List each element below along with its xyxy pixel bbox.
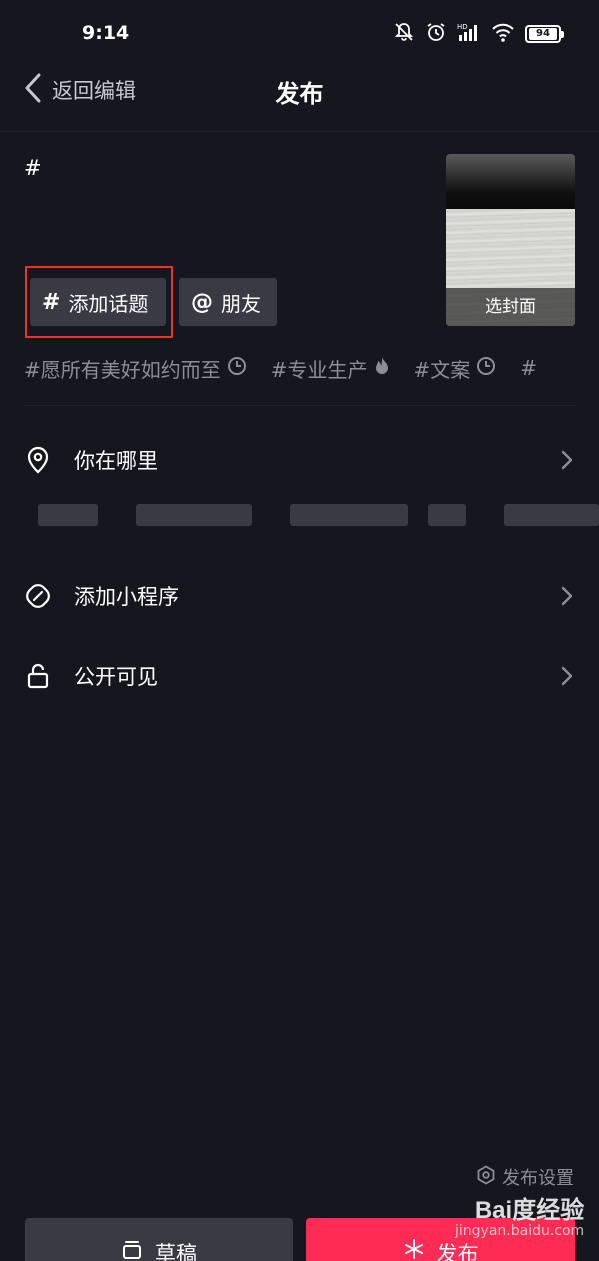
watermark-logo: Bai度经验 xyxy=(474,1197,585,1224)
section-divider xyxy=(24,405,575,406)
draft-button[interactable]: 草稿 xyxy=(25,1218,293,1261)
mention-friend-label: 朋友 xyxy=(221,291,261,316)
add-topic-button[interactable]: # 添加话题 xyxy=(30,278,166,326)
location-suggestion[interactable] xyxy=(504,504,599,526)
cover-label: 选封面 xyxy=(485,297,536,317)
at-icon: @ xyxy=(191,289,213,315)
hashtag-suggestion[interactable]: # xyxy=(520,356,537,380)
location-suggestion[interactable] xyxy=(136,504,252,526)
sparkle-icon xyxy=(403,1238,425,1261)
hashtag-suggestions: #愿所有美好如约而至 #专业生产 #文案 # xyxy=(24,350,537,386)
hashtag-icon: # xyxy=(42,289,61,315)
baidu-watermark: Bai度经验 jingyan.baidu.com xyxy=(455,1190,584,1239)
hashtag-suggestion[interactable]: #专业生产 xyxy=(271,354,390,383)
clock-icon xyxy=(476,356,496,381)
alarm-icon xyxy=(425,21,447,47)
status-icons: HD 94 xyxy=(393,21,564,47)
hashtag-suggestion[interactable]: #文案 xyxy=(414,354,497,383)
select-cover-button[interactable]: 选封面 xyxy=(446,154,575,326)
chevron-left-icon xyxy=(24,73,42,107)
back-label: 返回编辑 xyxy=(52,79,136,103)
draft-label: 草稿 xyxy=(155,1242,197,1261)
chevron-right-icon xyxy=(559,664,575,688)
hashtag-label: #愿所有美好如约而至 xyxy=(24,357,221,382)
location-pin-icon xyxy=(24,446,52,474)
mention-friend-button[interactable]: @ 朋友 xyxy=(179,278,277,326)
visibility-label: 公开可见 xyxy=(74,665,158,689)
location-suggestion[interactable] xyxy=(290,504,408,526)
location-suggestion[interactable] xyxy=(428,504,466,526)
chevron-right-icon xyxy=(559,448,575,472)
visibility-row[interactable]: 公开可见 xyxy=(24,654,575,698)
settings-hex-icon xyxy=(476,1165,496,1189)
back-button[interactable]: 返回编辑 xyxy=(24,72,136,108)
publish-settings-link[interactable]: 发布设置 xyxy=(476,1164,574,1190)
signal-icon: HD xyxy=(457,21,481,47)
location-suggestion[interactable] xyxy=(38,504,98,526)
hashtag-label: #文案 xyxy=(413,357,471,382)
mini-program-row[interactable]: 添加小程序 xyxy=(24,574,575,618)
draft-box-icon xyxy=(121,1238,143,1261)
header-divider xyxy=(0,131,599,132)
location-row[interactable]: 你在哪里 xyxy=(24,438,575,482)
cover-thumbnail xyxy=(446,154,575,209)
mini-program-label: 添加小程序 xyxy=(74,585,179,609)
mute-bell-icon xyxy=(393,21,415,47)
hashtag-label: #专业生产 xyxy=(270,357,368,382)
clock-icon xyxy=(227,356,247,381)
publish-label: 发布 xyxy=(436,1242,479,1261)
link-icon xyxy=(24,582,52,610)
location-label: 你在哪里 xyxy=(74,449,158,473)
status-time: 9:14 xyxy=(82,22,130,44)
hashtag-label: # xyxy=(520,356,538,380)
hashtag-suggestion[interactable]: #愿所有美好如约而至 xyxy=(24,354,247,383)
chevron-right-icon xyxy=(559,584,575,608)
caption-input[interactable]: # xyxy=(24,156,42,180)
wifi-icon xyxy=(491,21,515,47)
battery-icon: 94 xyxy=(525,25,564,43)
add-topic-label: 添加话题 xyxy=(68,291,149,316)
svg-text:HD: HD xyxy=(457,23,468,31)
unlock-icon xyxy=(24,662,52,690)
battery-level: 94 xyxy=(529,28,557,40)
watermark-url: jingyan.baidu.com xyxy=(455,1223,585,1239)
fire-icon xyxy=(374,356,390,381)
publish-settings-label: 发布设置 xyxy=(502,1168,574,1189)
